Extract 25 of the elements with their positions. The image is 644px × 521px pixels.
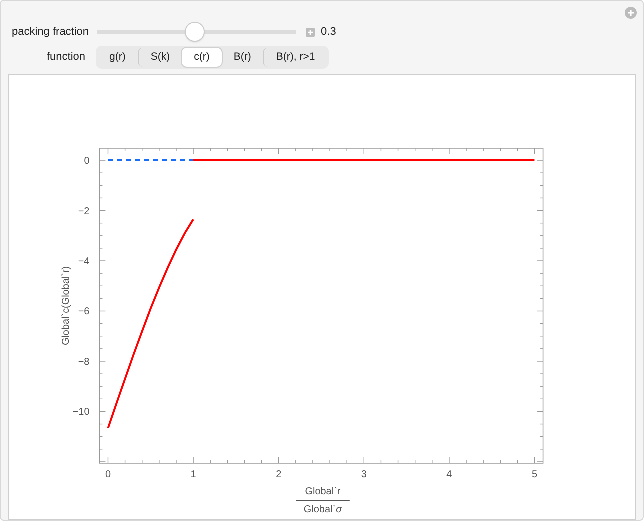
expand-icon[interactable] xyxy=(306,28,316,36)
function-tab[interactable]: B(r) xyxy=(222,48,264,66)
slider-value: 0.3 xyxy=(321,26,336,38)
function-tab[interactable]: g(r) xyxy=(98,48,138,66)
x-tick-label: 5 xyxy=(532,469,538,480)
function-tab[interactable]: c(r) xyxy=(182,48,222,66)
x-axis-numerator: Global`r xyxy=(305,486,341,498)
x-tick-label: 1 xyxy=(190,469,196,480)
y-tick-label: −2 xyxy=(78,206,90,218)
y-tick-label: −10 xyxy=(72,407,90,418)
x-tick-label: 2 xyxy=(276,469,282,480)
function-tab[interactable]: B(r), r>1 xyxy=(263,48,328,66)
y-tick-label: −8 xyxy=(78,356,90,368)
y-tick-label: 0 xyxy=(84,156,90,168)
y-axis-label: Global`c(Global`r) xyxy=(60,266,72,346)
slider-thumb[interactable] xyxy=(186,23,204,41)
y-tick-label: −4 xyxy=(78,256,90,268)
x-axis-denominator: Global`σ xyxy=(304,504,342,516)
x-tick-label: 4 xyxy=(446,469,452,480)
slider-label: packing fraction xyxy=(12,26,90,38)
x-tick-label: 0 xyxy=(105,469,112,480)
y-tick-label: −6 xyxy=(78,306,90,318)
function-label: function xyxy=(47,51,86,63)
x-tick-label: 3 xyxy=(361,469,367,480)
add-icon[interactable] xyxy=(625,7,637,19)
